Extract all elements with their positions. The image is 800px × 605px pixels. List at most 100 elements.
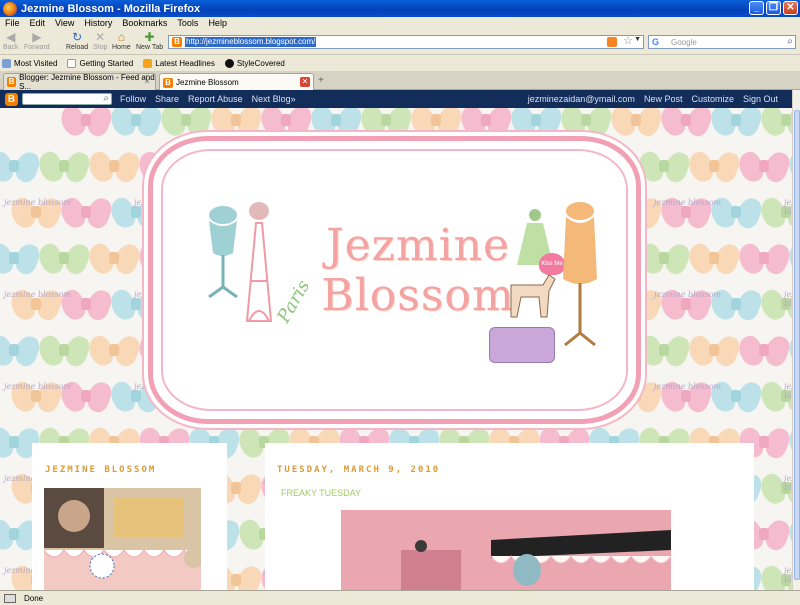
customize-link[interactable]: Customize [691, 94, 734, 104]
scrollbar-thumb[interactable] [794, 110, 800, 580]
bow-decoration [0, 238, 38, 280]
minimize-button[interactable]: _ [749, 1, 764, 15]
bow-decoration [90, 146, 138, 188]
next-blog-link[interactable]: Next Blog» [252, 94, 296, 104]
post-photo-image [341, 510, 671, 590]
search-icon[interactable]: ⌕ [103, 93, 109, 104]
page-content: jezmine blossom jezmine blossom jezmine bl… [0, 108, 792, 590]
share-link[interactable]: Share [155, 94, 179, 104]
menu-tools[interactable]: Tools [172, 17, 203, 29]
menu-bookmarks[interactable]: Bookmarks [117, 17, 172, 29]
bow-decoration [662, 108, 710, 142]
navigation-toolbar: ◀ Back ▶ Forward ↻ Reload ✕ Stop ⌂ Home ✚ New … [0, 29, 800, 55]
site-favicon: B [172, 37, 182, 47]
maximize-button[interactable]: ❐ [766, 1, 781, 15]
search-box[interactable]: G Google ⌕ [648, 35, 796, 49]
close-tab-icon[interactable]: ✕ [300, 77, 310, 87]
bow-decoration [12, 108, 60, 142]
bow-decoration [40, 330, 88, 372]
status-bar: Done [0, 590, 800, 605]
post-title[interactable]: FREAKY TUESDAY [281, 488, 361, 498]
bow-decoration [712, 108, 760, 142]
new-tab-plus-icon[interactable]: + [318, 75, 324, 86]
menu-help[interactable]: Help [203, 17, 232, 29]
bow-decoration [90, 330, 138, 372]
blogger-favicon: B [7, 77, 17, 87]
folder-icon [2, 59, 11, 68]
bookmark-most-visited[interactable]: Most Visited [0, 59, 57, 68]
post-date: TUESDAY, MARCH 9, 2010 [277, 465, 441, 475]
bow-decoration [740, 330, 788, 372]
bookmark-latest-headlines[interactable]: Latest Headlines [141, 59, 215, 68]
bow-decoration [690, 146, 738, 188]
bow-decoration [112, 108, 160, 142]
sidebar-heading: JEZMINE BLOSSOM [45, 465, 157, 475]
forward-arrow-icon: ▶ [32, 30, 42, 44]
menu-bar: File Edit View History Bookmarks Tools H… [0, 17, 800, 29]
bow-decoration [762, 108, 792, 142]
watermark-text: jezmine blossom [784, 474, 792, 492]
bookmark-stylecovered[interactable]: StyleCovered [223, 59, 285, 68]
eiffel-tower-icon [245, 202, 273, 322]
bow-decoration [640, 330, 688, 372]
watermark-text: jezmine blossom [784, 198, 792, 216]
bow-decoration [690, 330, 738, 372]
home-button[interactable]: ⌂ Home [112, 30, 131, 52]
tab-blogger-feed[interactable]: B Blogger: Jezmine Blossom - Feed and S.… [3, 73, 156, 91]
watermark-text: jezmine blossom [784, 382, 792, 400]
menu-file[interactable]: File [0, 17, 25, 29]
sidebar: JEZMINE BLOSSOM [32, 443, 227, 590]
profile-photo-image [44, 488, 201, 590]
close-tab-icon[interactable]: ✕ [142, 77, 152, 87]
blogger-navbar: B ⌕ Follow Share Report Abuse Next Blog»… [0, 90, 792, 108]
sign-out-link[interactable]: Sign Out [743, 94, 778, 104]
firefox-icon [3, 1, 17, 16]
vertical-scrollbar[interactable] [792, 90, 800, 590]
home-icon: ⌂ [117, 30, 125, 44]
main-post-area: TUESDAY, MARCH 9, 2010 FREAKY TUESDAY [265, 443, 754, 590]
stylecovered-icon [224, 59, 234, 68]
back-arrow-icon: ◀ [6, 30, 16, 44]
bow-decoration [90, 238, 138, 280]
bow-decoration [40, 238, 88, 280]
blogger-favicon: B [163, 77, 173, 88]
watermark-text: jezmine blossom [784, 290, 792, 308]
menu-history[interactable]: History [79, 17, 117, 29]
status-icon [4, 593, 16, 603]
google-icon: G [652, 37, 660, 47]
watermark-text: jezmine blossom [4, 382, 72, 391]
bow-decoration [0, 146, 38, 188]
blog-header-frame: Paris Jezmine Blossom Kiss Me [148, 136, 641, 424]
url-dropdown-icon[interactable]: ▼ [634, 36, 641, 43]
back-button[interactable]: ◀ Back [3, 30, 19, 52]
bow-decoration [0, 330, 38, 372]
follow-link[interactable]: Follow [120, 94, 146, 104]
reload-button[interactable]: ↻ Reload [66, 31, 88, 52]
sidebar-profile-photo[interactable] [44, 488, 201, 590]
url-text: http://jezmineblossom.blogspot.com/ [185, 37, 317, 47]
url-bar[interactable]: B http://jezmineblossom.blogspot.com/ ☆ … [168, 35, 644, 49]
status-text: Done [24, 593, 44, 603]
forward-button[interactable]: ▶ Forward [24, 30, 50, 52]
blogger-logo-icon[interactable]: B [5, 92, 18, 106]
new-post-link[interactable]: New Post [644, 94, 683, 104]
stop-icon: ✕ [95, 30, 106, 44]
new-tab-button[interactable]: ✚ New Tab [136, 31, 163, 52]
user-email: jezminezaidan@ymail.com [527, 94, 635, 104]
menu-edit[interactable]: Edit [25, 17, 51, 29]
bow-decoration [40, 146, 88, 188]
blog-search-input[interactable]: ⌕ [22, 93, 112, 105]
stop-button[interactable]: ✕ Stop [93, 30, 107, 52]
post-photo[interactable] [341, 510, 671, 590]
search-icon[interactable]: ⌕ [787, 36, 793, 47]
report-abuse-link[interactable]: Report Abuse [188, 94, 243, 104]
hatbox-illustration [489, 327, 555, 363]
bookmark-star-icon[interactable]: ☆ [623, 34, 633, 47]
watermark-text: jezmine blossom [654, 382, 722, 391]
search-placeholder: Google [671, 37, 697, 47]
close-window-button[interactable]: ✕ [783, 1, 798, 15]
menu-view[interactable]: View [50, 17, 79, 29]
tab-jezmine-blossom[interactable]: B Jezmine Blossom ✕ [159, 73, 314, 91]
bookmark-getting-started[interactable]: Getting Started [65, 59, 133, 68]
rss-icon[interactable] [607, 37, 617, 47]
